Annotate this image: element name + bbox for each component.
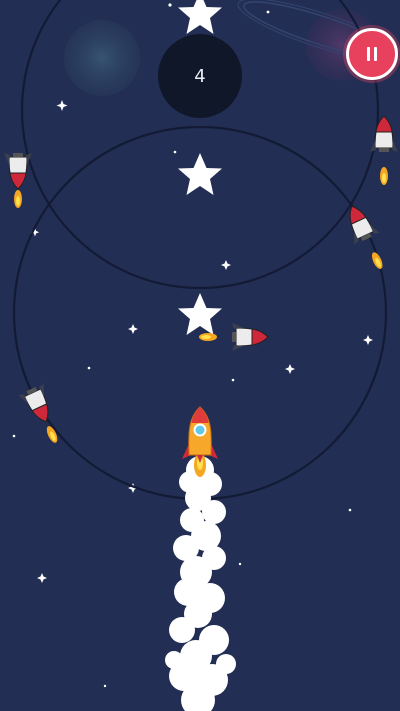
sparkle [238, 562, 242, 566]
sparkle [168, 3, 172, 7]
sparkle [266, 10, 270, 14]
star-icon [178, 153, 222, 195]
sparkle [56, 100, 68, 111]
pause-bar-left [367, 47, 370, 61]
pause-bar-right [374, 47, 377, 61]
pause-icon [365, 47, 379, 61]
pause-button[interactable] [346, 28, 398, 80]
score-display: 4 [158, 34, 242, 118]
sparkle [363, 335, 373, 345]
sparkle [231, 378, 235, 382]
sparkle [221, 260, 231, 270]
score-value: 4 [194, 65, 206, 87]
planet-blue [64, 20, 140, 96]
sparkle [103, 684, 107, 688]
sparkle [285, 364, 295, 374]
sparkle [348, 508, 352, 512]
sparkle [12, 434, 16, 438]
smoke-trail [165, 456, 236, 711]
game-stage[interactable]: 4 [0, 0, 400, 711]
star-icon [178, 293, 222, 335]
enemy-rocket [369, 115, 399, 185]
enemy-rocket [17, 382, 60, 445]
sparkle [128, 324, 138, 334]
sparkle [87, 366, 91, 370]
enemy-rocket [3, 152, 33, 208]
star-icon [178, 0, 222, 34]
sparkle [173, 150, 177, 154]
sparkle [37, 573, 47, 583]
